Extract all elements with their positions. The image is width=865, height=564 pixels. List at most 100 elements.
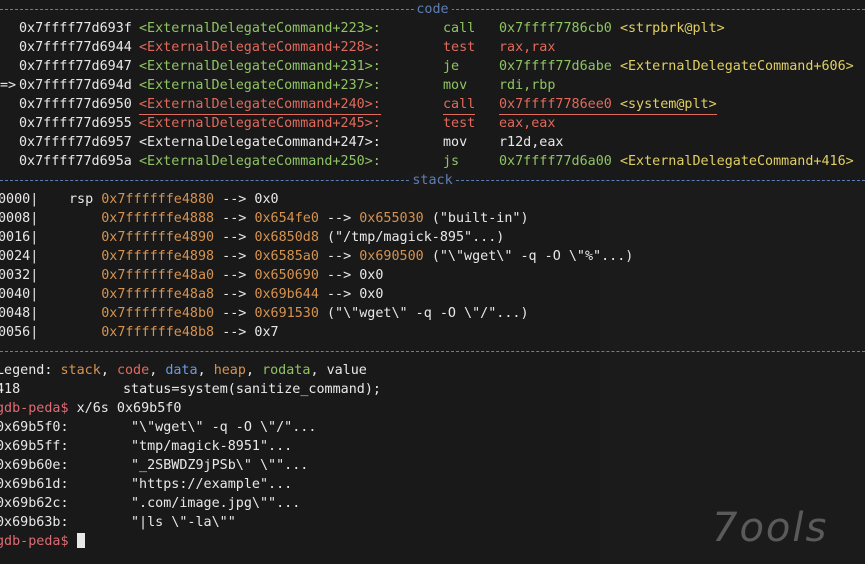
dump-string: "\"wget\" -q -O \"/"... (131, 420, 317, 435)
stack-row: 0000| rsp 0x7ffffffe4880 --> 0x0 (0, 190, 865, 209)
code-row-symbol: <ExternalDelegateCommand+237>: (139, 78, 381, 93)
code-row-target: <strpbrk@plt> (619, 21, 725, 36)
code-row-operand-value: 0x7ffff77d6a00 (499, 154, 612, 169)
code-row-mnemonic: test (443, 116, 476, 131)
dump-address: 0x69b63b: (0, 515, 69, 530)
code-row-target: <ExternalDelegateCommand+606> (619, 59, 854, 74)
code-row-mnemonic: test (443, 40, 476, 55)
stack-value: ("/tmp/magick-895"...) (327, 230, 505, 245)
stack-offset: 0056| (0, 325, 39, 340)
code-row: 0x7ffff77d6947 <ExternalDelegateCommand+2… (0, 57, 865, 76)
code-row-address: 0x7ffff77d694d (19, 78, 132, 93)
code-row-arrow: => (0, 78, 17, 93)
stack-row: 0056| 0x7ffffffe48b8 --> 0x7 (0, 323, 865, 342)
stack-value: --> 0x0 (327, 268, 384, 283)
legend-data: data (165, 363, 198, 378)
legend-rodata: rodata (262, 363, 311, 378)
stack-pointer-2: 0x655030 (359, 211, 424, 226)
source-line: 418 status=system(sanitize_command); (0, 380, 381, 399)
dump-address: 0x69b61d: (0, 477, 69, 492)
dump-string: "tmp/magick-8951"... (131, 439, 293, 454)
code-row-operands: rdi,rbp (499, 76, 564, 95)
code-row-target: <system@plt> (619, 97, 717, 112)
code-row-mnemonic: js (443, 154, 460, 169)
stack-address: 0x7ffffffe4890 (101, 230, 215, 245)
stack-offset: 0032| (0, 268, 39, 283)
code-row-operand-value: 0x7ffff77d6abe (499, 59, 612, 74)
code-row: => 0x7ffff77d694d <ExternalDelegateCommand… (0, 76, 865, 95)
code-row-operands: rax,rax (499, 38, 564, 57)
stack-pointer-2: 0x690500 (359, 249, 424, 264)
stack-offset: 0000| (0, 192, 39, 207)
dump-row: 0x69b62c: ".com/image.jpg\""... (0, 494, 300, 513)
legend-stack: stack (60, 363, 101, 378)
code-row-operands: eax,eax (499, 114, 564, 133)
code-row-operand-value: 0x7ffff7786ee0 (499, 97, 612, 112)
code-row-operand-value: r12d,eax (499, 135, 564, 150)
stack-value: ("built-in") (431, 211, 529, 226)
stack-pointer: 0x650690 (254, 268, 319, 283)
code-row-operands: r12d,eax (499, 133, 572, 152)
stack-entry: 0x7ffffffe48a8 --> 0x69b644 --> 0x0 (101, 287, 384, 302)
code-row-target: <ExternalDelegateCommand+416> (619, 154, 854, 169)
command-line: gdb-peda$ x/6s 0x69b5f0 (0, 399, 181, 418)
code-row-operand-value: rax,rax (499, 40, 556, 55)
code-row: 0x7ffff77d693f <ExternalDelegateCommand+2… (0, 19, 865, 38)
stack-section-label: stack (409, 171, 456, 190)
terminal-window[interactable]: code 0x7ffff77d693f <ExternalDelegateComm… (0, 0, 865, 564)
code-separator: code (0, 0, 865, 19)
stack-value: --> 0x7 (222, 325, 279, 340)
code-row-mnemonic: je (443, 59, 460, 74)
stack-pointer: 0x6585a0 (254, 249, 319, 264)
stack-offset: 0008| (0, 211, 39, 226)
stack-row: 0032| 0x7ffffffe48a0 --> 0x650690 --> 0x… (0, 266, 865, 285)
stack-row: 0024| 0x7ffffffe4898 --> 0x6585a0 --> 0x… (0, 247, 865, 266)
dump-row: 0x69b60e: "_2SBWDZ9jPSb\" \""... (0, 456, 308, 475)
code-row: 0x7ffff77d6944 <ExternalDelegateCommand+2… (0, 38, 865, 57)
code-row-symbol: <ExternalDelegateCommand+247>: (139, 135, 381, 150)
code-row-operands: 0x7ffff7786ee0 <system@plt> (499, 95, 717, 115)
stack-chain: --> 0x0 (222, 192, 279, 207)
stack-row: 0040| 0x7ffffffe48a8 --> 0x69b644 --> 0x… (0, 285, 865, 304)
gdb-prompt-input: gdb-peda$ (0, 534, 69, 549)
legend-heap: heap (213, 363, 246, 378)
stack-value: ("\"wget\" -q -O \"/"...) (327, 306, 529, 321)
code-row-symbol: <ExternalDelegateCommand+228>: (139, 40, 381, 55)
gdb-prompt: gdb-peda$ (0, 401, 69, 416)
code-row-symbol: <ExternalDelegateCommand+245>: (139, 116, 381, 131)
legend-line: Legend: stack, code, data, heap, rodata,… (0, 361, 367, 380)
legend-code: code (116, 363, 150, 378)
code-row-operands: 0x7ffff7786cb0 <strpbrk@plt> (499, 19, 725, 38)
code-row-operands: 0x7ffff77d6a00 <ExternalDelegateCommand+… (499, 152, 854, 171)
stack-entry: 0x7ffffffe4888 --> 0x654fe0 --> 0x655030… (101, 211, 529, 226)
code-row-mnemonic: mov (443, 135, 468, 150)
stack-offset: 0040| (0, 287, 39, 302)
stack-separator: stack (0, 171, 865, 190)
code-row: 0x7ffff77d6955 <ExternalDelegateCommand+2… (0, 114, 865, 133)
code-row-symbol: <ExternalDelegateCommand+240>: (139, 95, 381, 115)
stack-address: 0x7ffffffe4898 (101, 249, 215, 264)
command-text: x/6s 0x69b5f0 (76, 401, 182, 416)
legend-value: value (326, 363, 367, 378)
text-cursor (76, 533, 85, 548)
code-row-mnemonic: mov (443, 78, 468, 93)
stack-value: --> 0x0 (327, 287, 384, 302)
input-line[interactable]: gdb-peda$ (0, 532, 85, 551)
code-row-address: 0x7ffff77d6947 (19, 59, 132, 74)
code-row-symbol: <ExternalDelegateCommand+231>: (139, 59, 381, 74)
stack-offset: 0048| (0, 306, 39, 321)
stack-pointer: 0x691530 (254, 306, 319, 321)
stack-address: 0x7ffffffe48a0 (101, 268, 215, 283)
stack-entry: 0x7ffffffe4898 --> 0x6585a0 --> 0x690500… (101, 249, 634, 264)
stack-pointer: 0x69b644 (254, 287, 319, 302)
code-row-mnemonic: call (443, 21, 476, 36)
code-row-address: 0x7ffff77d6950 (19, 97, 132, 112)
watermark-logo: 7ools (712, 505, 829, 551)
stack-pointer: 0x6850d8 (254, 230, 319, 245)
dump-row: 0x69b61d: "https://example"... (0, 475, 292, 494)
code-row-operand-value: rdi,rbp (499, 78, 556, 93)
stack-entry: 0x7ffffffe48b0 --> 0x691530 ("\"wget\" -… (101, 306, 529, 321)
dump-row: 0x69b5f0: "\"wget\" -q -O \"/"... (0, 418, 316, 437)
stack-value: ("\"wget\" -q -O \"%"...) (431, 249, 634, 264)
bottom-separator (0, 342, 865, 361)
